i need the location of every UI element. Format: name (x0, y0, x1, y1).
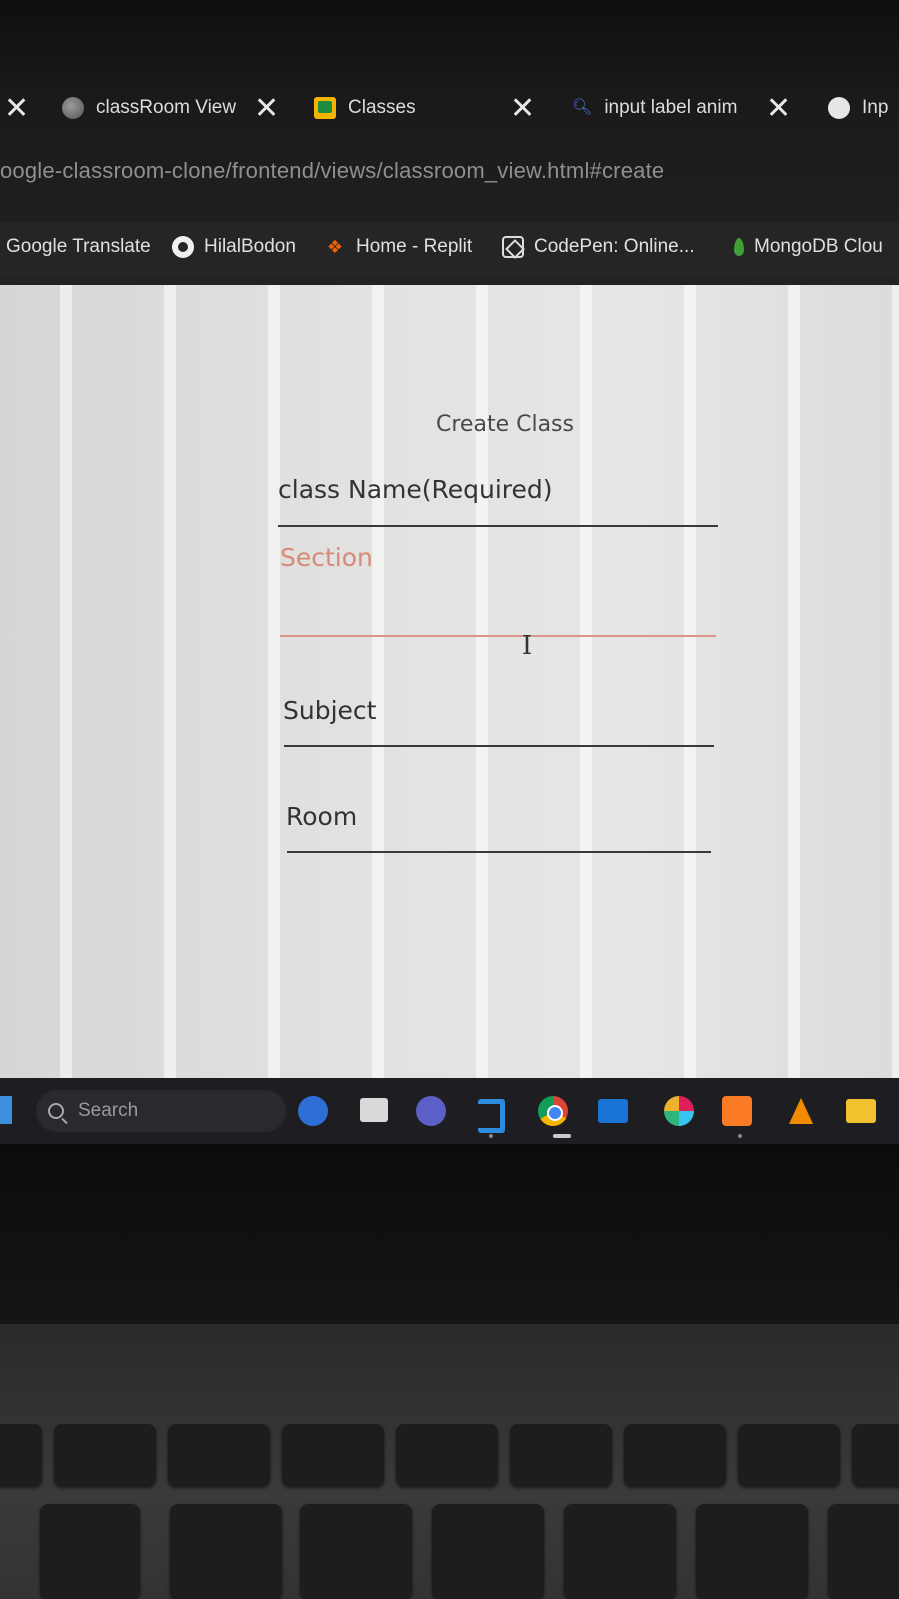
class-name-label[interactable]: class Name(Required) (278, 475, 553, 504)
keyboard-key (696, 1504, 808, 1599)
text-cursor-icon: I (521, 631, 533, 661)
bookmark-label: Google Translate (6, 236, 151, 257)
room-input-underline[interactable] (287, 851, 711, 853)
bookmark-google-translate[interactable]: Google Translate (6, 236, 151, 258)
subject-label[interactable]: Subject (283, 696, 376, 725)
tab-close-icon[interactable]: ✕ (4, 94, 29, 124)
section-label[interactable]: Section (280, 543, 373, 572)
keyboard-key (852, 1424, 899, 1486)
keyboard-key (170, 1504, 282, 1599)
tab-title: input label anim (604, 97, 738, 118)
bookmark-label: CodePen: Online... (534, 236, 695, 257)
screen-bezel (0, 1144, 899, 1324)
teams-meet-icon[interactable] (416, 1096, 446, 1126)
vscode-icon[interactable] (474, 1096, 505, 1133)
tab-input-label-anim[interactable]: 🔍︎ input label anim (572, 88, 737, 128)
running-indicator (738, 1134, 742, 1138)
taskbar-search[interactable]: Search (36, 1090, 286, 1132)
running-indicator (489, 1134, 493, 1138)
slack-icon[interactable] (664, 1096, 694, 1126)
tab-close-icon[interactable]: ✕ (510, 94, 535, 124)
replit-icon: ❖ (326, 237, 344, 257)
bing-icon[interactable] (298, 1096, 328, 1126)
address-bar-url[interactable]: oogle-classroom-clone/frontend/views/cla… (0, 158, 664, 184)
search-icon: 🔍︎ (572, 99, 593, 116)
chrome-icon[interactable] (538, 1096, 568, 1126)
globe-icon (62, 97, 84, 119)
bookmark-label: MongoDB Clou (754, 236, 883, 257)
tab-close-icon[interactable]: ✕ (766, 94, 791, 124)
folder-icon[interactable] (846, 1099, 876, 1123)
taskbar-search-placeholder: Search (78, 1100, 139, 1121)
section-input-underline[interactable] (280, 635, 716, 637)
class-name-input-underline[interactable] (278, 525, 718, 527)
bookmark-codepen[interactable]: CodePen: Online... (502, 236, 695, 258)
tab-classroom-view[interactable]: classRoom View (62, 88, 236, 128)
keyboard-key (40, 1504, 140, 1599)
bookmark-hilalbodon[interactable]: HilalBodon (172, 236, 296, 258)
mail-icon[interactable] (598, 1099, 628, 1123)
keyboard-key (432, 1504, 544, 1599)
keyboard-key (738, 1424, 840, 1486)
keyboard-key (168, 1424, 270, 1486)
tab-title: classRoom View (96, 97, 237, 118)
bookmarks-bar: Google Translate HilalBodon ❖ Home - Rep… (0, 222, 899, 278)
tab-classes[interactable]: Classes (314, 88, 416, 128)
bookmark-label: HilalBodon (204, 236, 296, 257)
subject-input-underline[interactable] (284, 745, 714, 747)
file-explorer-icon[interactable] (360, 1098, 388, 1122)
taskbar: Search (0, 1078, 899, 1144)
xampp-icon[interactable] (722, 1096, 752, 1126)
bookmark-mongodb[interactable]: MongoDB Clou (728, 236, 883, 258)
start-button[interactable] (0, 1096, 12, 1124)
tab-strip: ✕ classRoom View ✕ Classes ✕ 🔍︎ input la… (0, 78, 899, 138)
keyboard-deck (0, 1324, 899, 1599)
keyboard-key (54, 1424, 156, 1486)
tab-inp[interactable]: Inp (828, 88, 888, 128)
keyboard-key (510, 1424, 612, 1486)
bookmark-label: Home - Replit (356, 236, 473, 257)
keyboard-key (396, 1424, 498, 1486)
mongodb-icon (734, 238, 744, 256)
keyboard-key (828, 1504, 899, 1599)
keyboard-key (624, 1424, 726, 1486)
active-indicator (553, 1134, 571, 1138)
keyboard-key (0, 1424, 42, 1486)
keyboard-key (564, 1504, 676, 1599)
form-title: Create Class (436, 412, 574, 437)
room-label[interactable]: Room (286, 802, 357, 831)
tab-title: Classes (348, 97, 416, 118)
vlc-icon[interactable] (786, 1096, 816, 1126)
tab-close-icon[interactable]: ✕ (254, 94, 279, 124)
browser-chrome: ✕ classRoom View ✕ Classes ✕ 🔍︎ input la… (0, 0, 899, 285)
keyboard-key (282, 1424, 384, 1486)
github-icon (172, 236, 194, 258)
tab-title: Inp (862, 97, 889, 118)
codepen-icon (502, 236, 524, 258)
globe-icon (828, 97, 850, 119)
page-viewport: Create Class class Name(Required) Sectio… (0, 285, 899, 1078)
search-icon (48, 1103, 64, 1119)
bookmark-home-replit[interactable]: ❖ Home - Replit (324, 236, 472, 258)
keyboard-key (300, 1504, 412, 1599)
google-classroom-icon (314, 97, 336, 119)
